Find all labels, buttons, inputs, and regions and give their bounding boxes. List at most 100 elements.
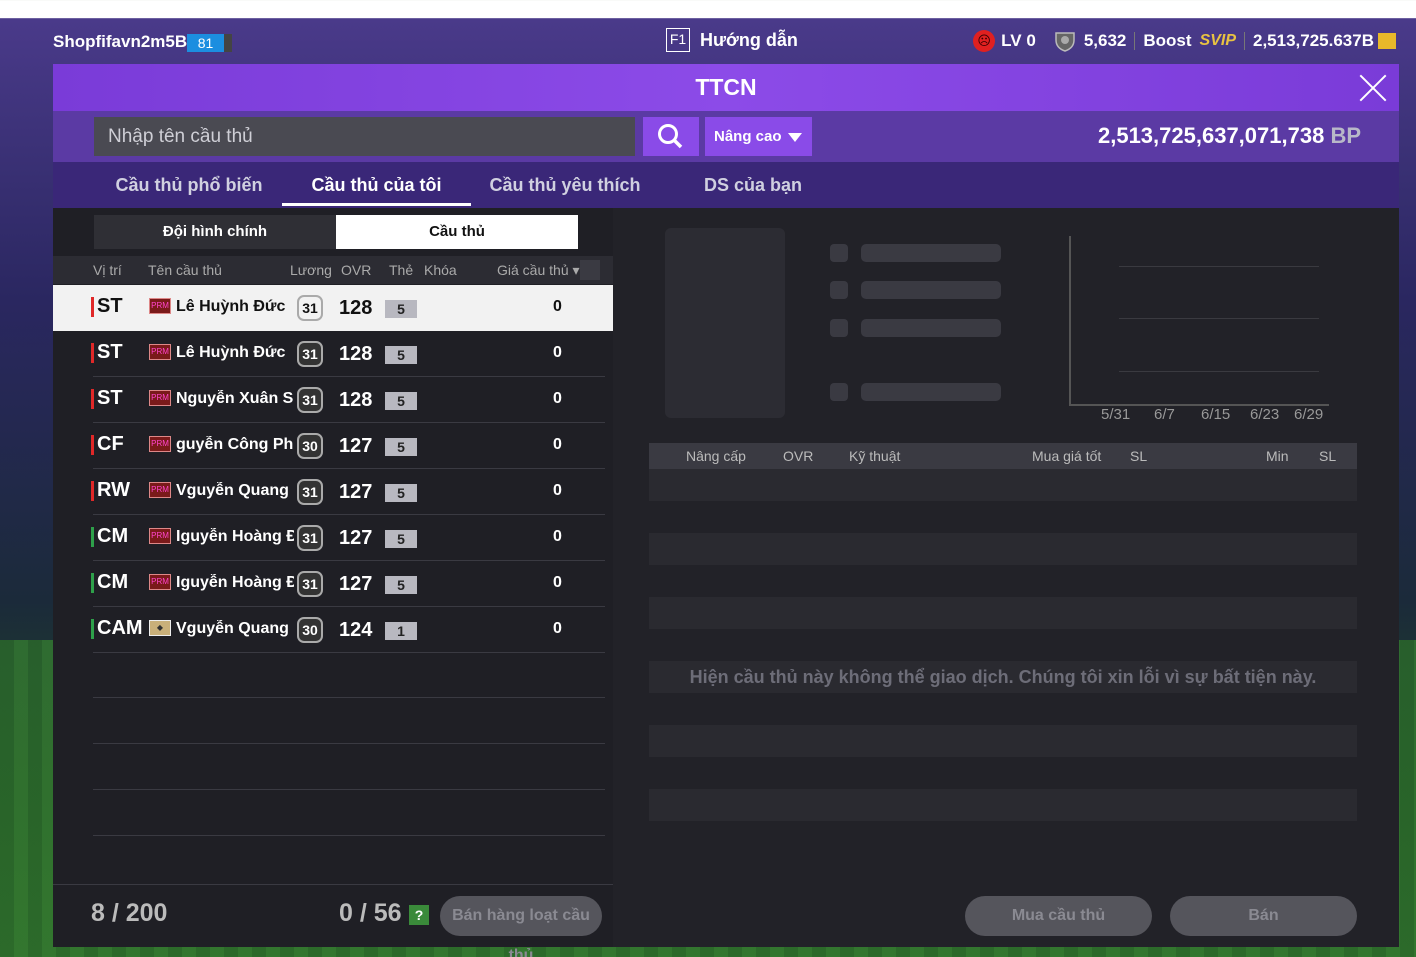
tab-favorite-players[interactable]: Cầu thủ yêu thích [485, 162, 645, 206]
trophy-count: 5,632 [1083, 31, 1127, 50]
table-row[interactable]: ST PRM Lê Huỳnh Đức 31 128 5 0 [53, 285, 613, 331]
table-row[interactable]: RW PRM Vguyễn Quang Hả 31 127 5 0 [53, 469, 613, 515]
prm-badge-icon: PRM [149, 390, 171, 406]
gridline [1119, 318, 1319, 319]
coin-icon [1378, 33, 1396, 49]
player-price: 0 [553, 482, 562, 499]
player-position: CF [91, 433, 124, 456]
buy-player-button[interactable]: Mua cầu thủ [965, 896, 1152, 936]
prm-badge-icon: PRM [149, 528, 171, 544]
player-position: CM [91, 525, 128, 548]
player-name: Lê Huỳnh Đức [176, 344, 286, 361]
stat-bar-placeholder [861, 281, 1001, 299]
player-price: 0 [553, 298, 562, 315]
salary-badge: 30 [297, 433, 323, 459]
player-price: 0 [553, 620, 562, 637]
card-level: 5 [385, 346, 417, 364]
player-count: 8 / 200 [91, 899, 168, 927]
card-level: 5 [385, 392, 417, 410]
table-row[interactable]: CF PRM guyễn Công Phượ 30 127 5 0 [53, 423, 613, 469]
player-name: Vguyễn Quang Hả [176, 482, 294, 499]
x-tick-label: 6/23 [1250, 406, 1280, 423]
divider [1244, 32, 1245, 50]
tab-my-list[interactable]: DS của bạn [693, 162, 813, 206]
season-badge-icon: ◆ [149, 620, 171, 636]
balance-value: 2,513,725.637B [1253, 31, 1374, 50]
level-badge: 81 [187, 34, 232, 52]
top-bar: Shopfifavn2m5Bp 81 F1 Hướng dẫn ☹ LV 0 5… [0, 18, 1416, 64]
table-row[interactable]: CM PRM Iguyễn Hoàng Đức 31 127 5 0 [53, 561, 613, 607]
search-button[interactable] [643, 117, 699, 156]
advanced-dropdown[interactable]: Nâng cao [705, 117, 812, 156]
subtab-bar: Đội hình chính Cầu thủ [94, 215, 579, 249]
lv-text: LV 0 [1001, 31, 1036, 50]
col-salary[interactable]: Lương [290, 262, 332, 278]
col-price[interactable]: Giá cầu thủ ▾ [497, 262, 580, 279]
player-price: 0 [553, 390, 562, 407]
table-row[interactable]: ST PRM Lê Huỳnh Đức 31 128 5 0 [53, 331, 613, 377]
player-position: ST [91, 295, 123, 318]
trophy-shield-icon [1055, 32, 1075, 52]
stat-placeholder [830, 383, 848, 401]
col-ovr[interactable]: OVR [341, 262, 371, 278]
bp-value: 2,513,725,637,071,738 [1097, 123, 1325, 148]
divider [1134, 32, 1136, 50]
row-divider [93, 789, 605, 790]
prm-badge-icon: PRM [149, 482, 171, 498]
row-divider [93, 697, 605, 698]
stat-bar-placeholder [861, 244, 1001, 262]
trade-notice: Hiện cầu thủ này không thể giao dịch. Ch… [649, 661, 1357, 693]
player-ovr: 128 [339, 343, 373, 365]
x-tick-label: 6/15 [1201, 406, 1231, 423]
salary-badge: 31 [297, 341, 323, 367]
search-icon [658, 124, 683, 149]
col-min: Min [1266, 448, 1289, 464]
market-panel: TTCN Nâng cao 2,513,725,637,071,738 BP C… [53, 64, 1399, 957]
row-divider [93, 652, 605, 653]
player-position: ST [91, 341, 123, 364]
x-tick-label: 6/7 [1154, 406, 1175, 423]
col-card[interactable]: Thẻ [389, 262, 413, 278]
table-row [649, 469, 1357, 501]
subtab-main-squad[interactable]: Đội hình chính [94, 215, 336, 249]
col-name[interactable]: Tên cầu thủ [148, 262, 222, 278]
col-price-label: Giá cầu thủ [497, 262, 569, 278]
stat-bar-placeholder [861, 383, 1001, 401]
sell-button[interactable]: Bán [1170, 896, 1357, 936]
search-row: Nâng cao 2,513,725,637,071,738 BP [53, 111, 1399, 162]
table-row[interactable]: CM PRM Iguyễn Hoàng Đức 31 127 5 0 [53, 515, 613, 561]
row-divider [93, 743, 605, 744]
help-icon[interactable]: ? [409, 905, 429, 925]
subtab-players[interactable]: Cầu thủ [336, 215, 578, 249]
prm-badge-icon: PRM [149, 344, 171, 360]
tab-popular-players[interactable]: Cầu thủ phổ biến [105, 162, 273, 206]
col-position[interactable]: Vị trí [93, 262, 122, 278]
close-icon[interactable] [1357, 72, 1389, 104]
sad-face-icon: ☹ [973, 30, 996, 52]
player-name: Lê Huỳnh Đức [176, 298, 286, 315]
player-card-placeholder [665, 228, 785, 418]
bulk-sell-button[interactable]: Bán hàng loạt cầu thủ [440, 896, 602, 957]
sort-down-icon: ▾ [568, 262, 580, 278]
tab-my-players[interactable]: Cầu thủ của tôi [282, 162, 471, 206]
table-row [649, 533, 1357, 565]
select-all-checkbox[interactable] [580, 260, 600, 280]
stat-placeholder [830, 281, 848, 299]
table-row[interactable]: CAM ◆ Vguyễn Quang Hả 30 124 1 0 [53, 607, 613, 653]
player-ovr: 128 [339, 389, 373, 411]
player-detail-panel: 5/31 6/7 6/15 6/23 6/29 Nâng cấp OVR Kỹ … [613, 208, 1399, 947]
status-bar: ☹ LV 0 5,632 Boost SVIP 2,513,725.637B [973, 28, 1416, 54]
col-quantity: SL [1130, 448, 1148, 464]
x-tick-label: 5/31 [1101, 406, 1131, 423]
player-ovr: 124 [339, 619, 373, 641]
stat-placeholder [830, 244, 848, 262]
prm-badge-icon: PRM [149, 574, 171, 590]
price-history-chart [1069, 236, 1329, 406]
advanced-label: Nâng cao [714, 128, 782, 145]
search-input[interactable] [94, 117, 635, 156]
salary-badge: 31 [297, 525, 323, 551]
table-row[interactable]: ST PRM Nguyễn Xuân Son 31 128 5 0 [53, 377, 613, 423]
guide-button[interactable]: F1 Hướng dẫn [666, 28, 798, 52]
username: Shopfifavn2m5Bp [53, 32, 198, 51]
col-lock[interactable]: Khóa [424, 262, 457, 278]
